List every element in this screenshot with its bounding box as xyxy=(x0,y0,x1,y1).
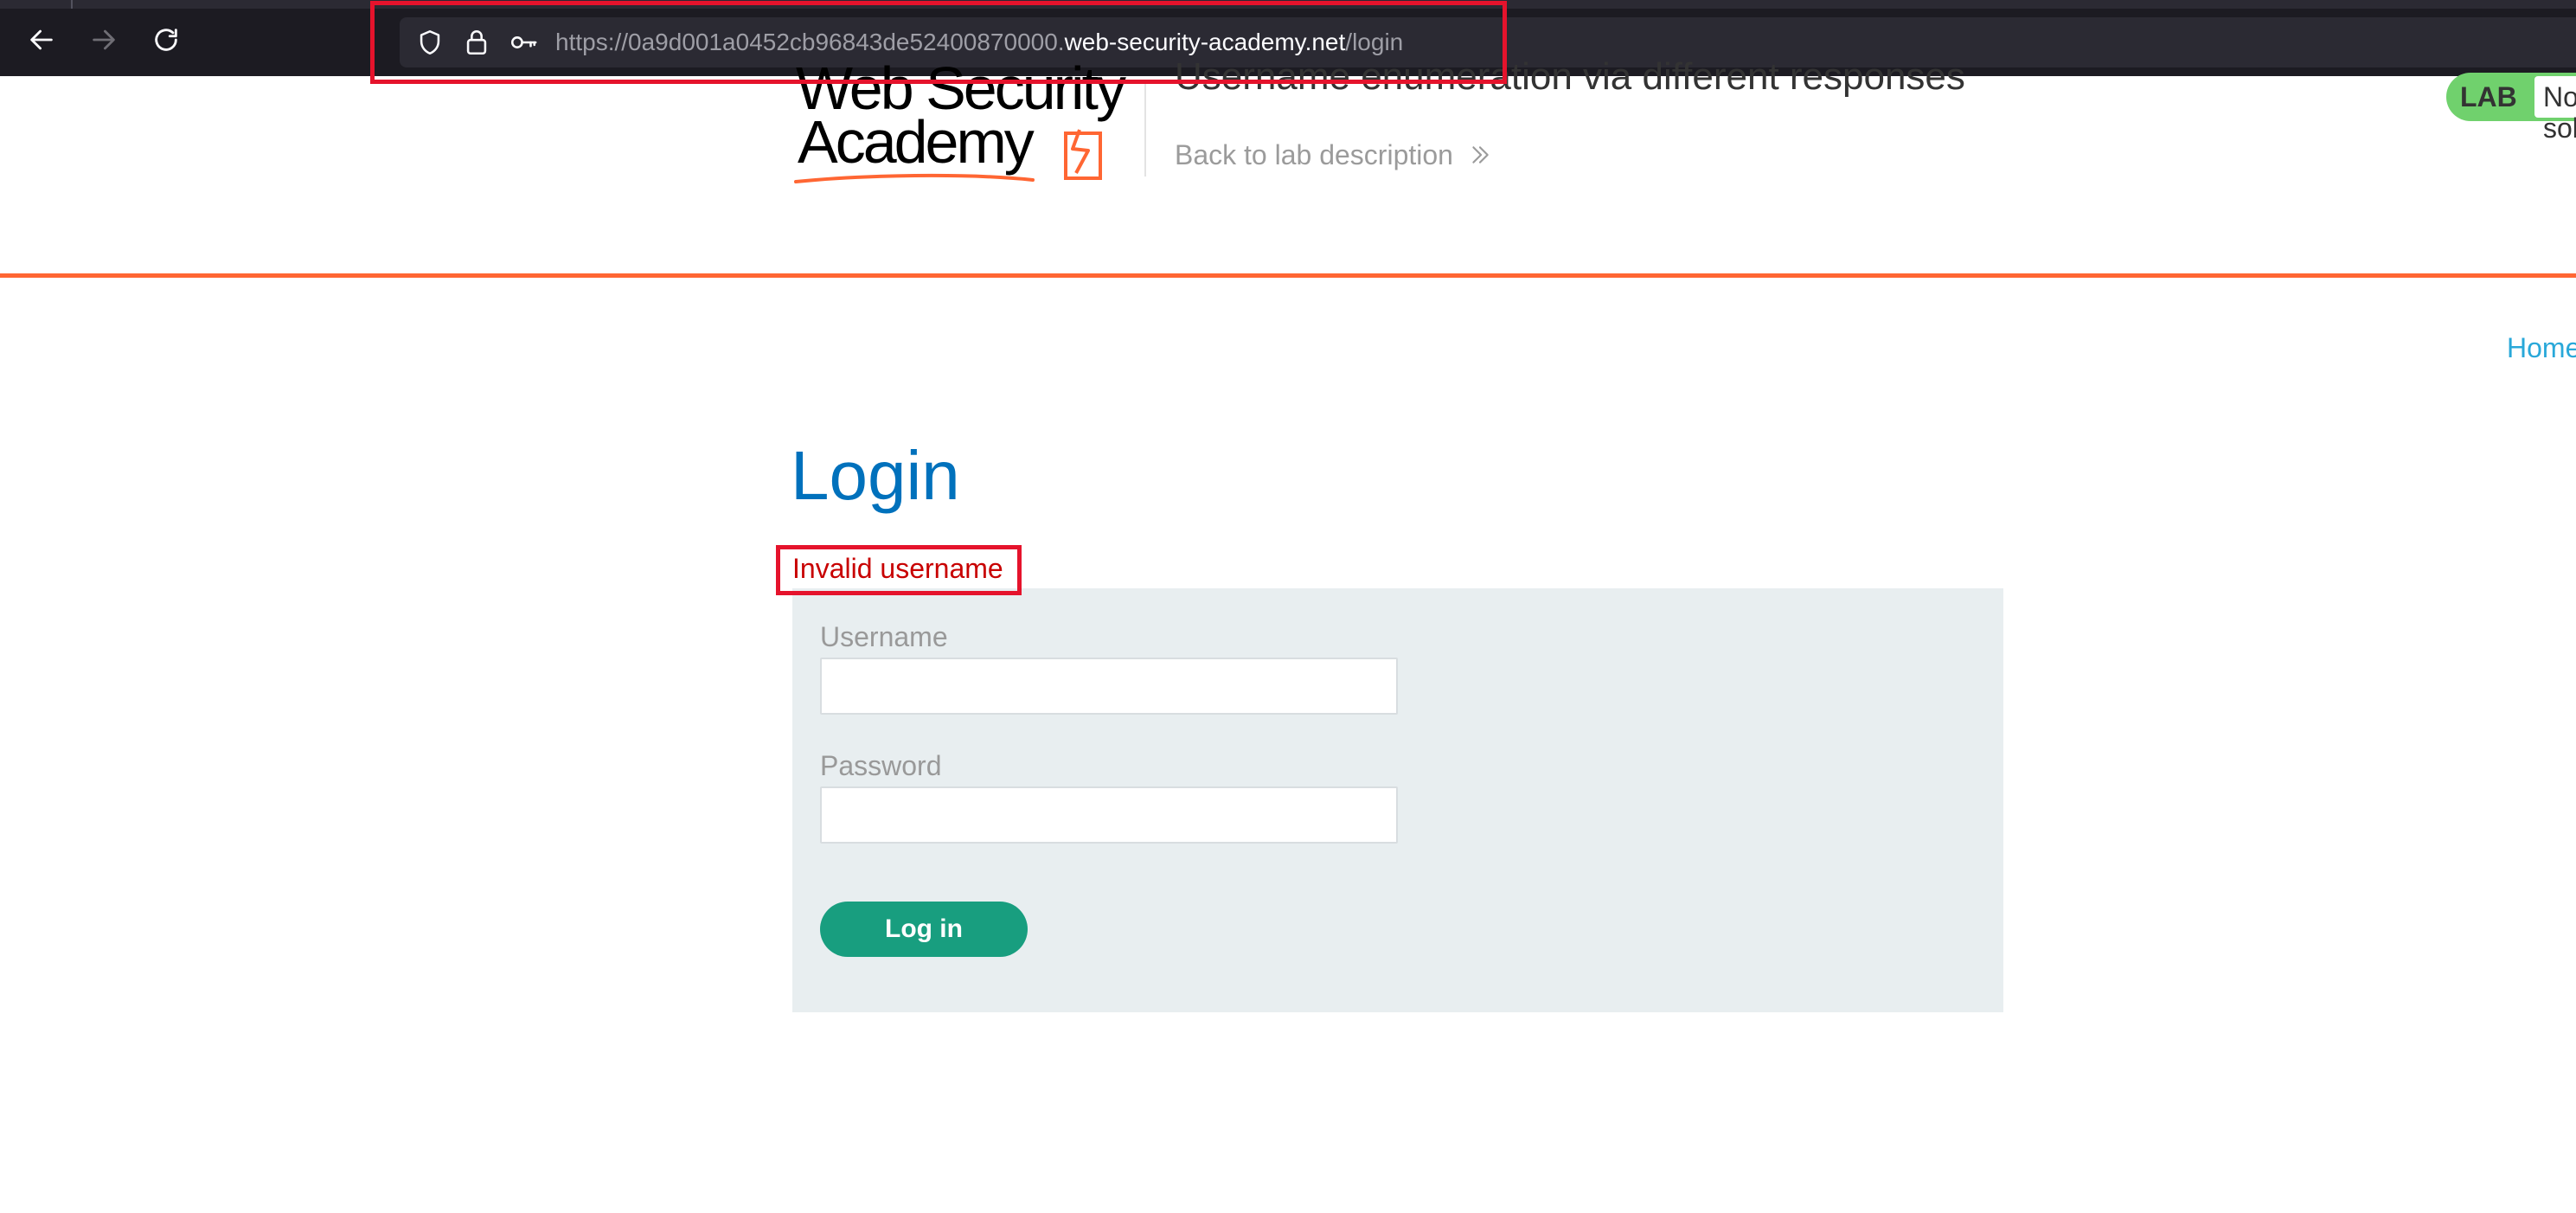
tab-separator xyxy=(71,0,73,9)
reload-icon xyxy=(155,29,177,51)
reload-button[interactable] xyxy=(145,19,187,61)
logo-underline xyxy=(794,173,1035,183)
forward-button[interactable] xyxy=(83,19,125,61)
username-input[interactable] xyxy=(820,658,1398,715)
logo-line-2: Academy xyxy=(798,108,1035,176)
double-chevron-right-icon xyxy=(1472,146,1489,164)
lab-status-value: Not solved xyxy=(2543,81,2576,144)
back-to-lab-description-link[interactable]: Back to lab description xyxy=(1175,135,1491,175)
login-form: Username Password Log in xyxy=(792,588,2003,1012)
arrow-left-icon xyxy=(30,29,53,50)
error-message-highlight xyxy=(776,545,1022,595)
arrow-right-icon xyxy=(93,29,115,50)
login-button[interactable]: Log in xyxy=(820,902,1028,957)
lab-status-label: LAB xyxy=(2460,81,2517,112)
password-input[interactable] xyxy=(820,786,1398,844)
username-label: Username xyxy=(820,621,948,652)
logo-lightning xyxy=(1071,129,1090,174)
lab-status-badge: LAB Not solved xyxy=(2446,73,2576,144)
page-title: Login xyxy=(791,437,960,514)
back-link-label: Back to lab description xyxy=(1175,139,1453,170)
lab-status-value-box: Not solved xyxy=(2534,76,2576,144)
logo-lightning-box xyxy=(1064,132,1102,180)
home-link[interactable]: Home xyxy=(2507,331,2576,365)
header-accent-rule xyxy=(0,273,2576,278)
password-label: Password xyxy=(820,750,942,781)
back-button[interactable] xyxy=(21,19,62,61)
header-divider xyxy=(1144,83,1146,176)
url-bar-highlight xyxy=(370,1,1507,84)
